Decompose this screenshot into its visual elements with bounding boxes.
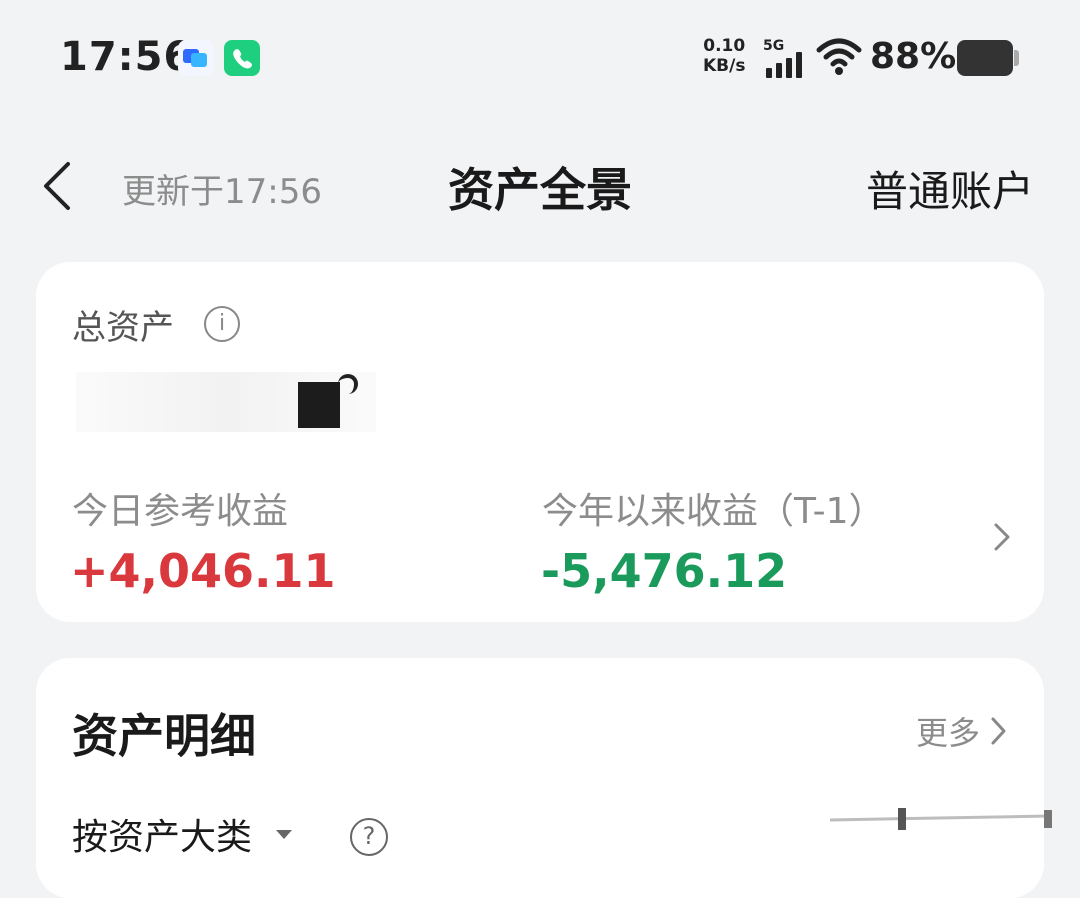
battery-percent: 88%	[870, 36, 957, 77]
ytd-income-value: -5,476.12	[541, 544, 788, 598]
today-income-value: +4,046.11	[70, 544, 336, 598]
category-dropdown[interactable]: 按资产大类	[72, 808, 293, 860]
phone-app-icon	[224, 40, 260, 76]
asset-detail-card: 资产明细 更多 按资产大类 ?	[36, 658, 1052, 898]
asset-summary-card: 总资产 i 今日参考收益 +4,046.11 今年以来收益（T-1） -5,47…	[36, 262, 1044, 622]
redaction-mark	[338, 374, 358, 394]
network-speed-value: 0.10	[703, 36, 746, 56]
page-header: 更新于17:56 资产全景 普通账户	[0, 130, 1080, 240]
help-icon[interactable]: ?	[350, 818, 388, 856]
redaction-block	[298, 382, 340, 428]
status-bar: 17:56 0.10 KB/s 5G 88%	[0, 0, 1080, 115]
asset-detail-title: 资产明细	[72, 709, 256, 763]
chevron-right-icon[interactable]	[988, 517, 1016, 557]
ytd-income-label: 今年以来收益（T-1）	[542, 491, 885, 532]
info-icon[interactable]: i	[204, 306, 240, 342]
battery-cap	[1014, 50, 1019, 66]
network-speed: 0.10 KB/s	[703, 36, 745, 76]
total-assets-label: 总资产	[72, 308, 174, 348]
account-type-button[interactable]: 普通账户	[866, 158, 1034, 219]
wifi-icon	[816, 38, 862, 75]
today-income-label: 今日参考收益	[72, 491, 289, 532]
chevron-right-icon	[991, 717, 1006, 745]
caret-down-icon	[276, 829, 293, 839]
more-button[interactable]: 更多	[916, 708, 1010, 754]
category-label: 按资产大类	[72, 817, 253, 858]
network-speed-unit: KB/s	[703, 56, 746, 76]
redaction-line	[830, 808, 1052, 830]
message-app-icon	[178, 40, 214, 76]
battery-icon	[957, 40, 1013, 76]
more-label: 更多	[915, 714, 980, 752]
signal-icon	[766, 52, 802, 78]
total-assets-value-masked	[76, 372, 386, 434]
status-time: 17:56	[60, 34, 193, 80]
